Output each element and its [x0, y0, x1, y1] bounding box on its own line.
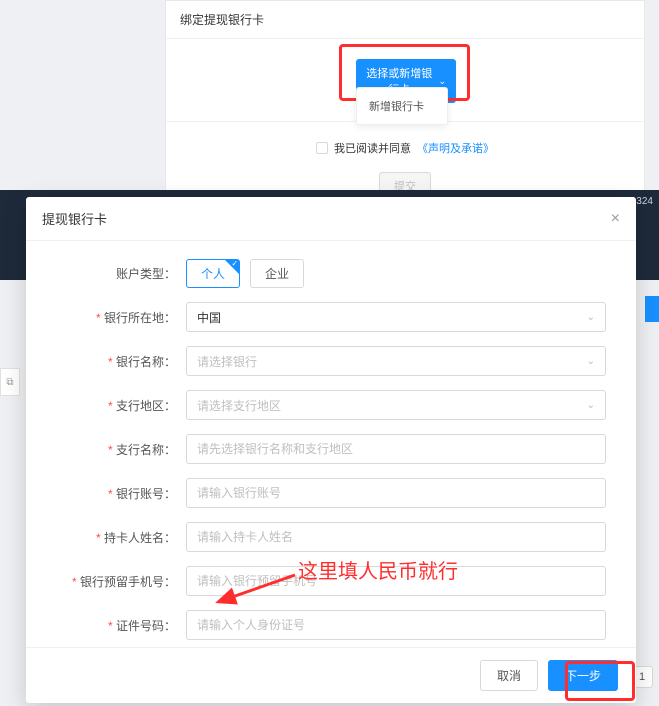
cancel-button[interactable]: 取消	[480, 660, 538, 691]
label-bank-name: 银行名称：	[56, 353, 186, 370]
label-branch-name: 支行名称：	[56, 441, 186, 458]
modal-title: 提现银行卡	[42, 209, 107, 228]
modal-footer: 取消 下一步	[26, 647, 636, 703]
dropdown-item-add-card[interactable]: 新增银行卡	[357, 92, 447, 120]
label-account-type: 账户类型：	[56, 265, 186, 282]
side-fragment: ⧉	[0, 368, 20, 396]
label-bank-country: 银行所在地：	[56, 309, 186, 326]
branch-region-select[interactable]: 请选择支行地区 ⌄	[186, 390, 606, 420]
terms-link[interactable]: 声明及承诺	[417, 140, 494, 156]
agree-checkbox[interactable]	[316, 142, 328, 154]
label-id-no: 证件号码：	[56, 617, 186, 634]
bank-country-value: 中国	[197, 309, 221, 326]
chevron-down-icon: ⌄	[438, 76, 446, 87]
bank-account-input[interactable]	[186, 478, 606, 508]
blue-fragment	[645, 296, 659, 322]
branch-name-input[interactable]	[186, 434, 606, 464]
bank-country-select[interactable]: 中国 ⌄	[186, 302, 606, 332]
label-bank-account: 银行账号：	[56, 485, 186, 502]
label-phone: 银行预留手机号：	[56, 573, 186, 590]
panel-body: 选择或新增银行卡 ⌄ 新增银行卡	[166, 39, 644, 121]
agree-row: 我已阅读并同意 声明及承诺	[166, 121, 644, 164]
close-icon[interactable]: ×	[611, 211, 620, 227]
modal-body: 账户类型： 个人✓ 企业 银行所在地： 中国 ⌄ 银行名	[26, 241, 636, 647]
bank-name-select[interactable]: 请选择银行 ⌄	[186, 346, 606, 376]
label-branch-region: 支行地区：	[56, 397, 186, 414]
account-type-enterprise[interactable]: 企业	[250, 259, 304, 288]
withdraw-card-modal: 提现银行卡 × 账户类型： 个人✓ 企业 银行所在地： 中国 ⌄	[26, 197, 636, 703]
chevron-down-icon: ⌄	[587, 356, 595, 367]
agree-text: 我已阅读并同意	[334, 140, 411, 156]
section-title: 绑定提现银行卡	[166, 1, 644, 39]
phone-input[interactable]	[186, 566, 606, 596]
dropdown-menu: 新增银行卡	[356, 87, 448, 125]
id-no-input[interactable]	[186, 610, 606, 640]
holder-name-input[interactable]	[186, 522, 606, 552]
next-button[interactable]: 下一步	[548, 660, 618, 691]
account-type-personal[interactable]: 个人✓	[186, 259, 240, 288]
chevron-down-icon: ⌄	[587, 312, 595, 323]
bind-card-panel: 绑定提现银行卡 选择或新增银行卡 ⌄ 新增银行卡 我已阅读并同意 声明及承诺 提…	[165, 0, 645, 217]
modal-header: 提现银行卡 ×	[26, 197, 636, 241]
label-holder-name: 持卡人姓名：	[56, 529, 186, 546]
chevron-down-icon: ⌄	[587, 400, 595, 411]
